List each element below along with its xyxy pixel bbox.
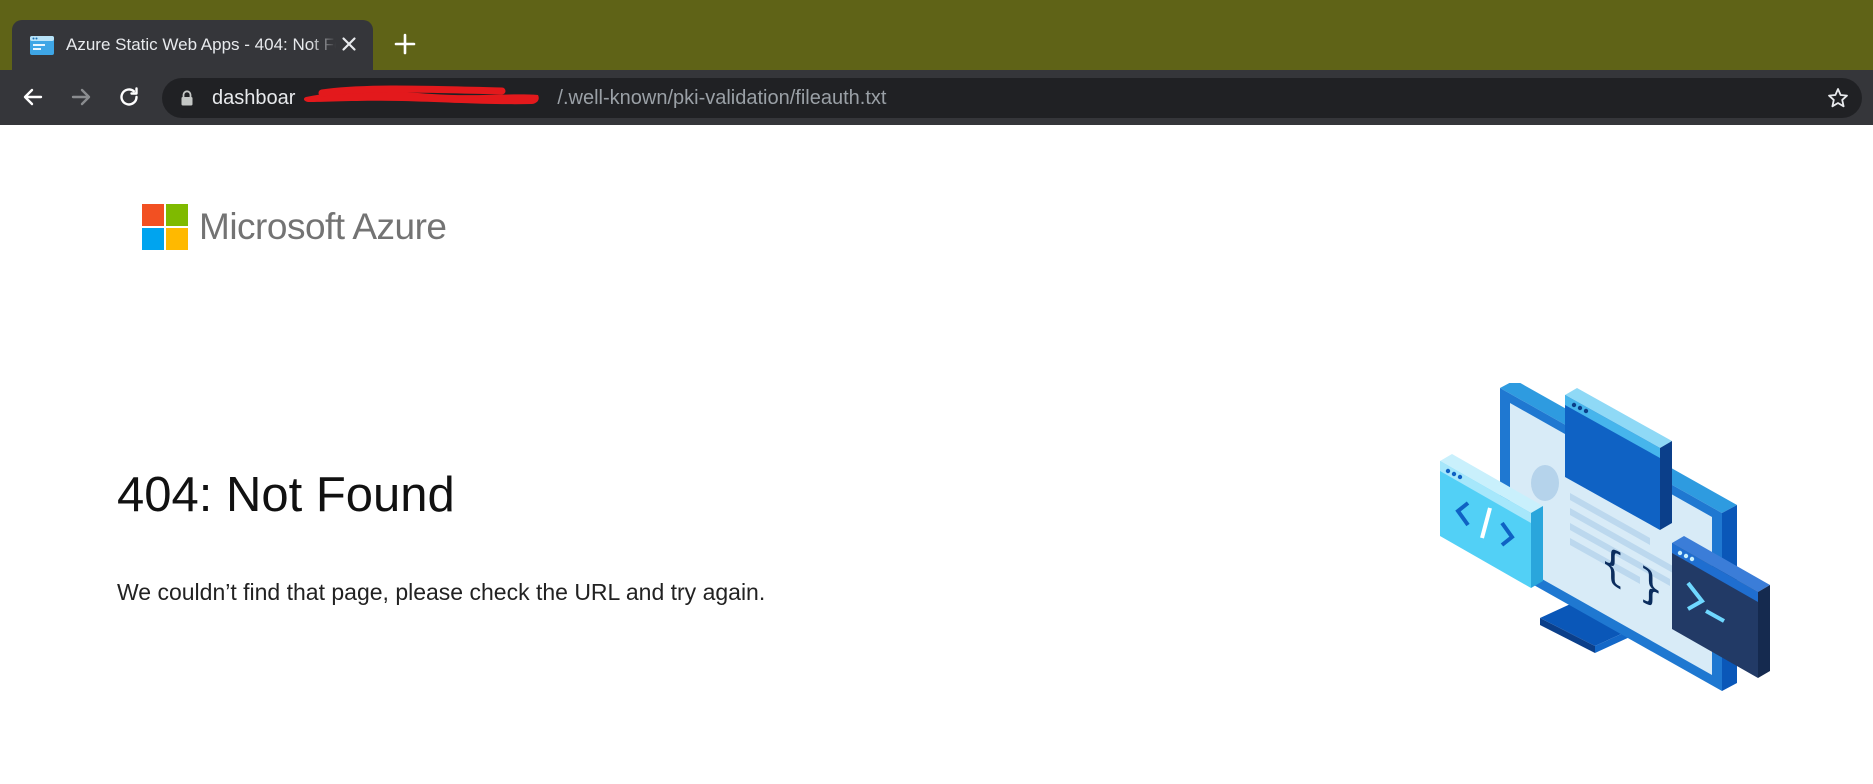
browser-tab[interactable]: Azure Static Web Apps - 404: Not Found [12,20,373,70]
back-arrow-icon[interactable] [18,82,48,112]
close-icon[interactable] [337,32,361,56]
logo-text: Microsoft Azure [199,206,447,247]
url-host: dashboar [212,87,296,109]
error-message: We couldn’t find that page, please check… [117,579,766,605]
web-apps-illustration-icon: { } [1440,383,1770,691]
browser-tab-strip: Azure Static Web Apps - 404: Not Found [0,0,1873,70]
redaction-mark [303,85,539,105]
reload-icon[interactable] [114,82,144,112]
lock-icon[interactable] [180,90,194,106]
url-path: /.well-known/pki-validation/fileauth.txt [557,87,887,109]
plus-icon[interactable] [390,29,420,59]
microsoft-logo-icon [142,204,188,250]
star-icon[interactable] [1826,86,1850,110]
browser-toolbar: dashboar /.well-known/pki-validation/file… [0,70,1873,125]
azure-static-web-apps-icon [30,36,54,55]
address-bar[interactable]: dashboar /.well-known/pki-validation/file… [162,78,1862,118]
forward-arrow-icon[interactable] [66,82,96,112]
page-title: 404: Not Found [117,468,455,522]
tab-title: Azure Static Web Apps - 404: Not Found [66,34,336,56]
